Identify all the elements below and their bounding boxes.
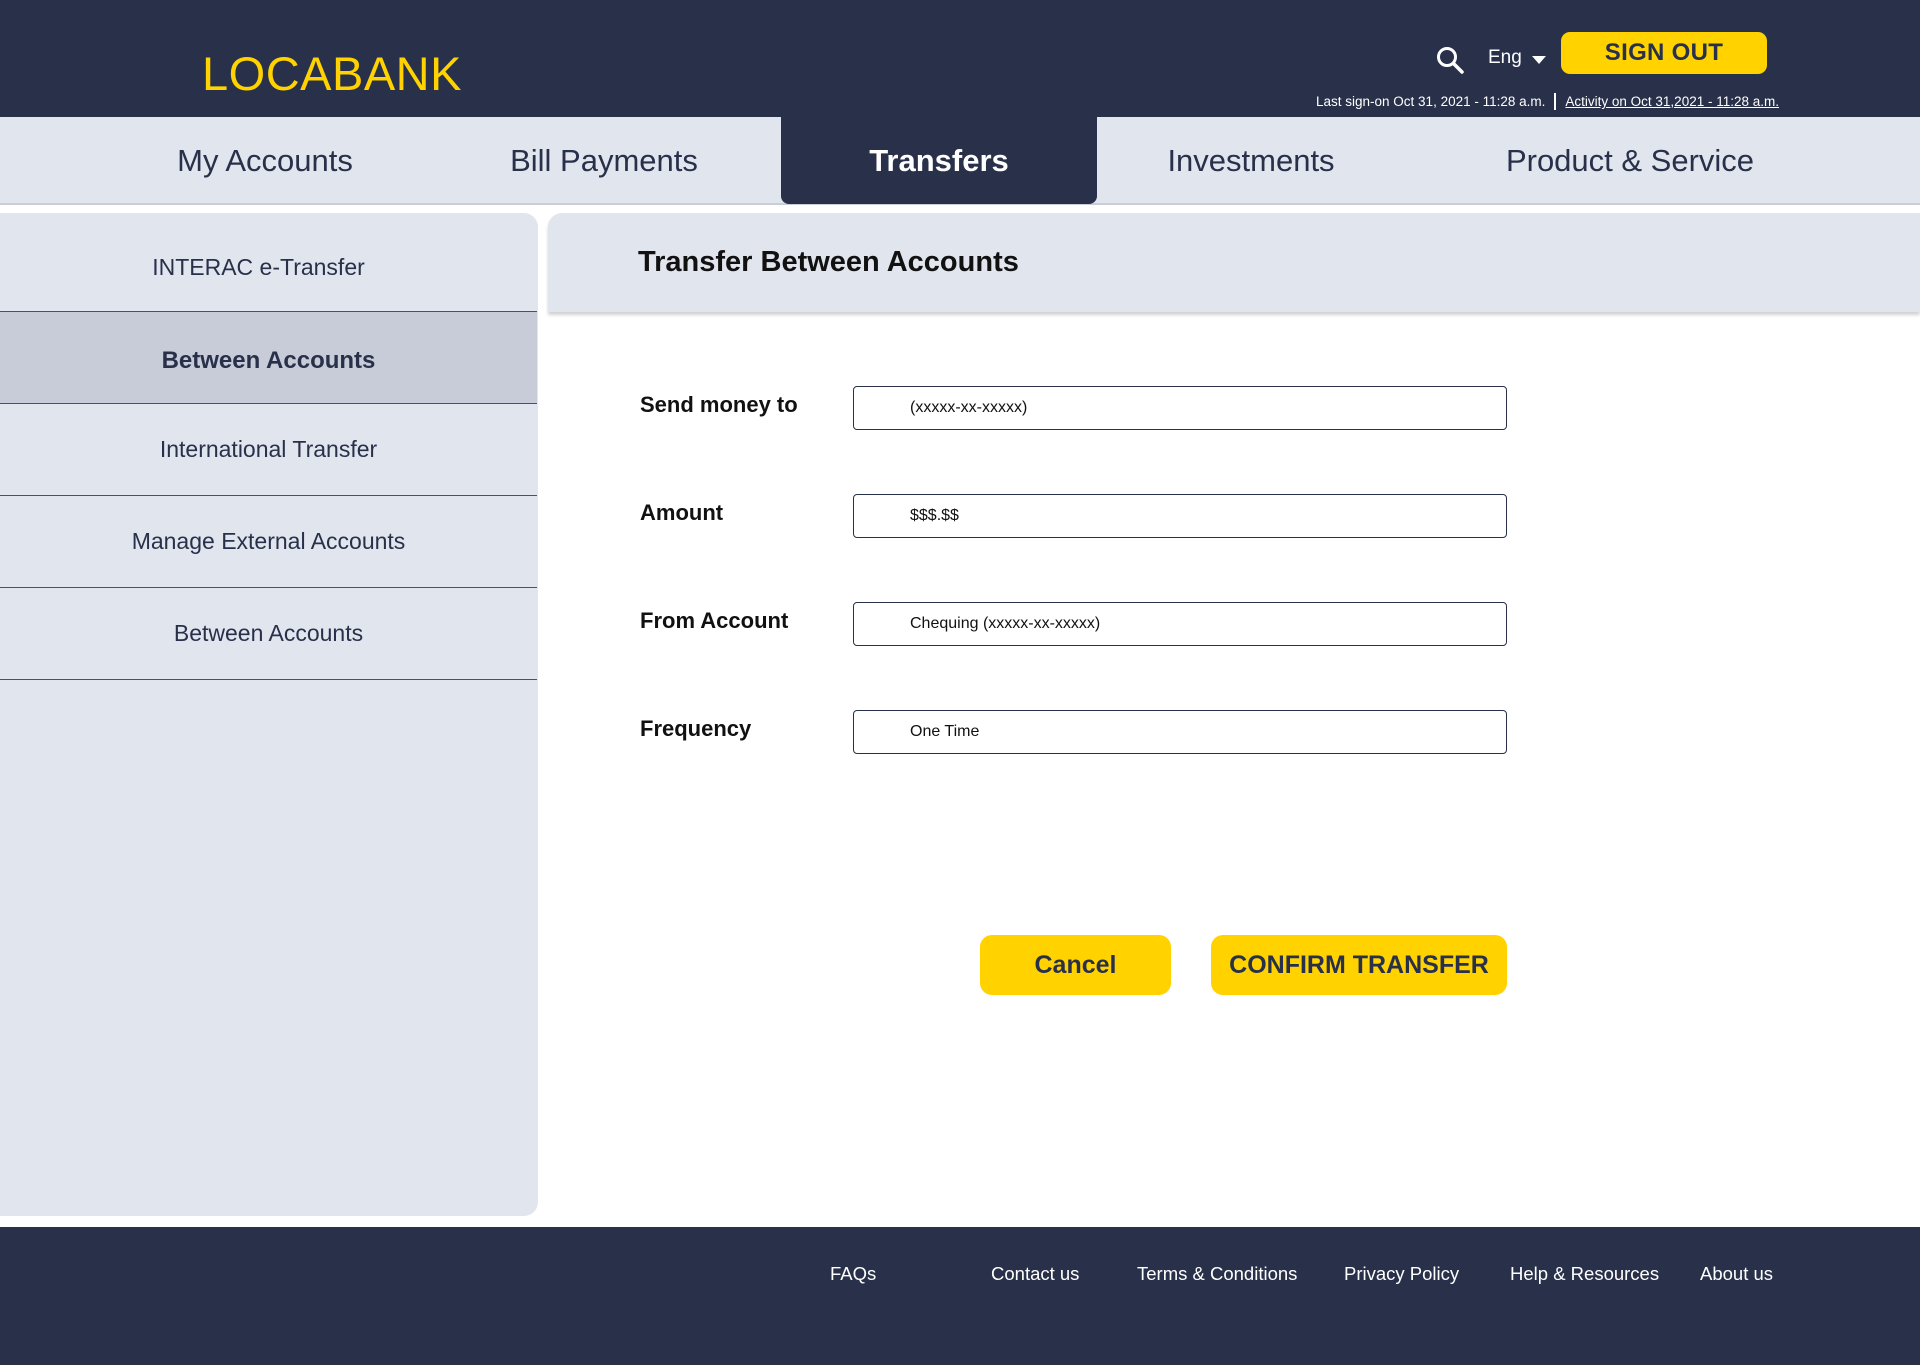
nav-transfers[interactable]: Transfers [781, 117, 1097, 204]
amount-field[interactable]: $$$.$$ [853, 494, 1507, 538]
footer: FAQs Contact us Terms & Conditions Priva… [0, 1227, 1920, 1365]
sidebar-item-between-accounts-2[interactable]: Between Accounts [0, 588, 537, 680]
bank-logo[interactable]: LOCABANK [202, 46, 462, 101]
footer-link-about[interactable]: About us [1700, 1263, 1773, 1285]
divider [1554, 93, 1557, 110]
last-signon-info: Last sign-on Oct 31, 2021 - 11:28 a.m. A… [1316, 93, 1779, 110]
sidebar-item-interac-etransfer[interactable]: INTERAC e-Transfer [0, 213, 537, 312]
search-icon[interactable] [1435, 45, 1465, 75]
footer-link-terms[interactable]: Terms & Conditions [1137, 1263, 1297, 1285]
from-account-field[interactable]: Chequing (xxxxx-xx-xxxxx) [853, 602, 1507, 646]
frequency-label: Frequency [640, 716, 752, 741]
nav-product-service[interactable]: Product & Service [1435, 117, 1825, 205]
send-money-to-label: Send money to [640, 392, 798, 417]
confirm-transfer-button[interactable]: CONFIRM TRANSFER [1211, 935, 1507, 995]
sidebar-item-between-accounts[interactable]: Between Accounts [0, 312, 537, 404]
amount-label: Amount [640, 500, 724, 525]
footer-link-privacy[interactable]: Privacy Policy [1344, 1263, 1459, 1285]
footer-link-faqs[interactable]: FAQs [830, 1263, 876, 1285]
nav-my-accounts[interactable]: My Accounts [105, 117, 425, 205]
language-selector[interactable]: Eng [1488, 47, 1546, 69]
content-header: Transfer Between Accounts [548, 213, 1920, 312]
from-account-label: From Account [640, 608, 789, 633]
chevron-down-icon [1531, 56, 1546, 64]
sidebar-item-international-transfer[interactable]: International Transfer [0, 404, 537, 496]
footer-link-help[interactable]: Help & Resources [1510, 1263, 1659, 1285]
transfers-sidebar: INTERAC e-Transfer Between Accounts Inte… [0, 213, 538, 1216]
send-money-to-field[interactable]: (xxxxx-xx-xxxxx) [853, 386, 1507, 430]
sign-out-button[interactable]: SIGN OUT [1561, 32, 1767, 74]
top-header: LOCABANK Eng SIGN OUT Last sign-on Oct 3… [0, 0, 1920, 117]
frequency-field[interactable]: One Time [853, 710, 1507, 754]
activity-link[interactable]: Activity on Oct 31,2021 - 11:28 a.m. [1565, 94, 1779, 109]
nav-investments[interactable]: Investments [1091, 117, 1411, 205]
footer-link-contact-us[interactable]: Contact us [991, 1263, 1079, 1285]
language-label: Eng [1488, 47, 1522, 68]
main-nav: My Accounts Bill Payments Transfers Inve… [0, 117, 1920, 205]
sidebar-item-manage-external-accounts[interactable]: Manage External Accounts [0, 496, 537, 588]
last-signon-text: Last sign-on Oct 31, 2021 - 11:28 a.m. [1316, 94, 1546, 109]
nav-bill-payments[interactable]: Bill Payments [444, 117, 764, 205]
cancel-button[interactable]: Cancel [980, 935, 1171, 995]
page-title: Transfer Between Accounts [638, 246, 1019, 278]
